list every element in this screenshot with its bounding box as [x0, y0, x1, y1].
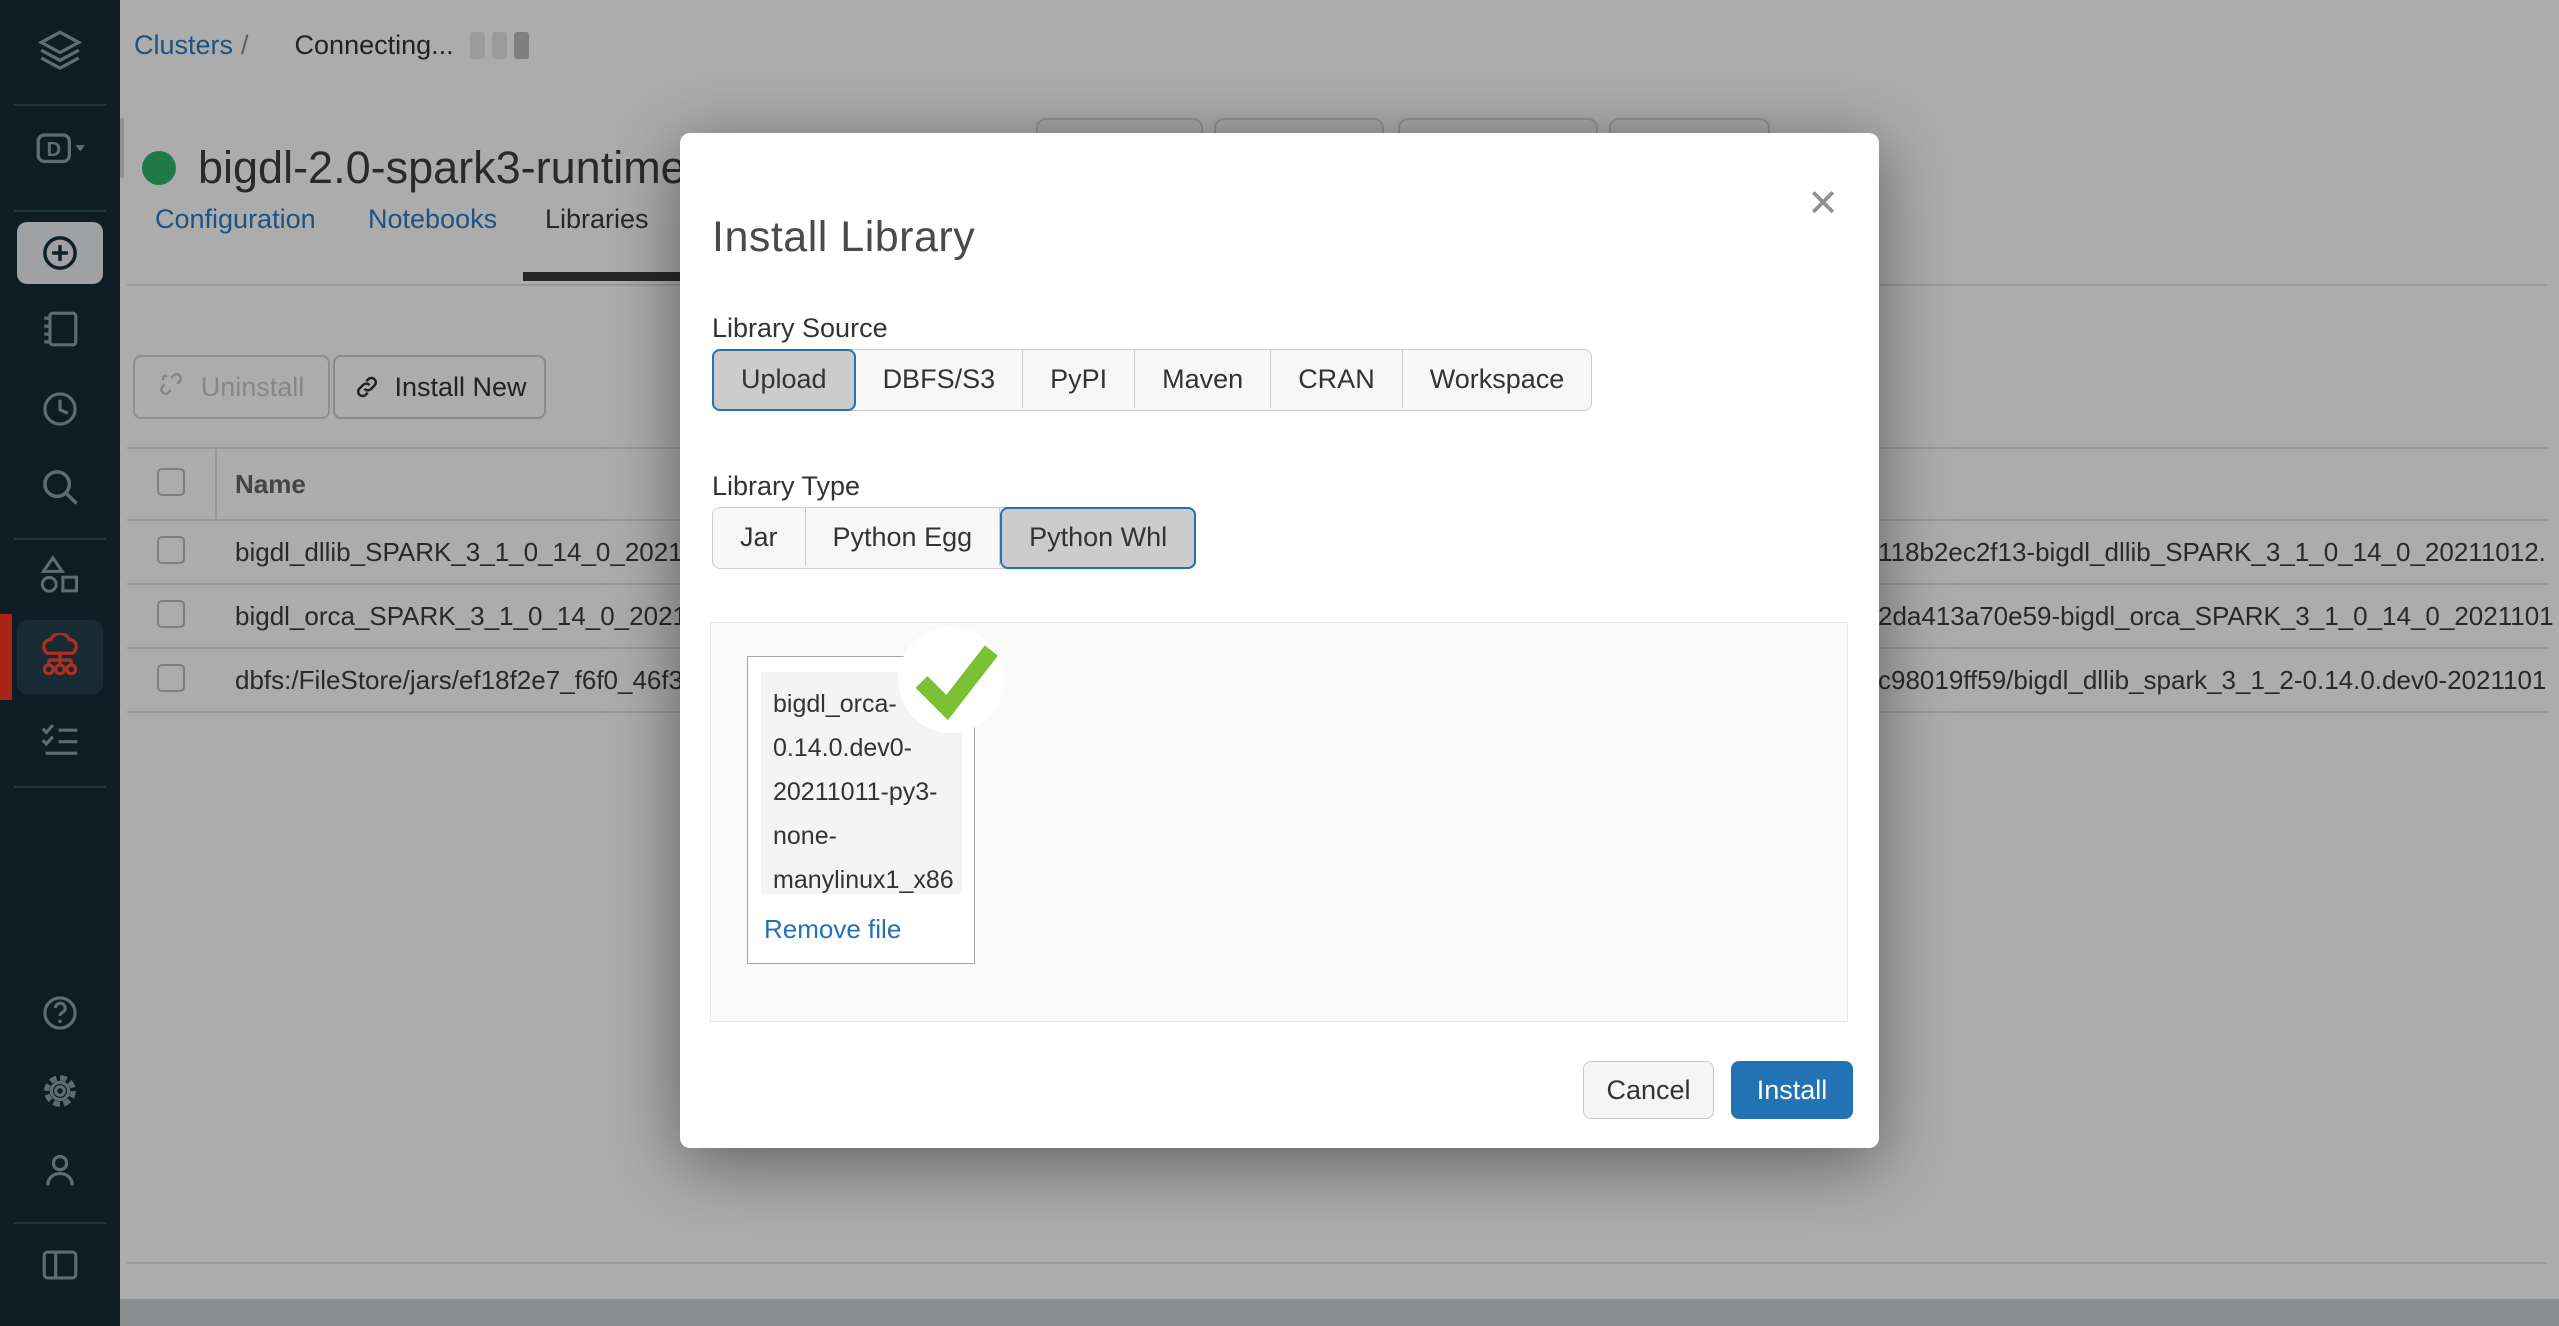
install-button[interactable]: Install — [1731, 1061, 1853, 1119]
cancel-button[interactable]: Cancel — [1583, 1061, 1714, 1119]
remove-file-link[interactable]: Remove file — [764, 914, 901, 945]
source-dbfs-s3-button[interactable]: DBFS/S3 — [856, 350, 1024, 408]
file-drop-zone[interactable]: bigdl_orca-0.14.0.dev0-20211011-py3-none… — [710, 622, 1848, 1022]
source-workspace-button[interactable]: Workspace — [1403, 350, 1592, 408]
uploaded-file-card: bigdl_orca-0.14.0.dev0-20211011-py3-none… — [747, 656, 975, 964]
modal-title: Install Library — [712, 213, 975, 262]
library-source-group: Upload DBFS/S3 PyPI Maven CRAN Workspace — [712, 349, 1592, 411]
close-icon[interactable]: ✕ — [1807, 185, 1839, 223]
library-source-label: Library Source — [712, 313, 888, 344]
source-pypi-button[interactable]: PyPI — [1023, 350, 1135, 408]
source-cran-button[interactable]: CRAN — [1271, 350, 1403, 408]
source-maven-button[interactable]: Maven — [1135, 350, 1271, 408]
library-type-group: Jar Python Egg Python Whl — [712, 507, 1196, 569]
source-upload-button[interactable]: Upload — [712, 349, 856, 411]
type-python-whl-button[interactable]: Python Whl — [1000, 507, 1196, 569]
library-type-label: Library Type — [712, 471, 860, 502]
install-library-modal: Install Library ✕ Library Source Upload … — [680, 133, 1879, 1148]
check-success-icon — [894, 621, 1012, 739]
type-python-egg-button[interactable]: Python Egg — [806, 508, 1001, 566]
type-jar-button[interactable]: Jar — [713, 508, 806, 566]
